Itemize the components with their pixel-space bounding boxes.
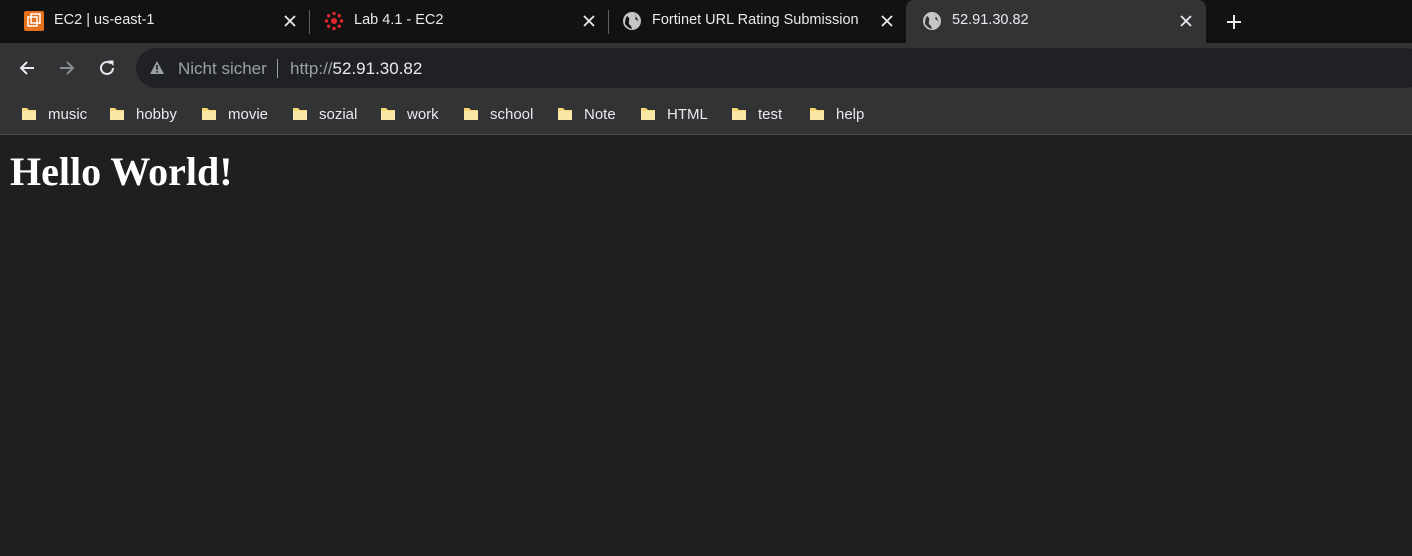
toolbar: Nicht sicher http://52.91.30.82 — [0, 43, 1412, 92]
bookmark-label: music — [48, 105, 88, 123]
folder-icon — [732, 108, 746, 120]
url-text[interactable]: http://52.91.30.82 — [290, 59, 422, 79]
new-tab-button[interactable] — [1220, 8, 1248, 36]
omnibox-divider — [277, 59, 278, 78]
reload-button[interactable] — [94, 55, 120, 81]
arrow-right-icon — [60, 61, 75, 75]
reload-icon — [100, 60, 114, 75]
globe-icon — [922, 11, 942, 31]
tab-title: 52.91.30.82 — [952, 12, 1029, 28]
bookmark-folder-music[interactable]: music — [21, 103, 87, 125]
tab-lab[interactable]: Lab 4.1 - EC2 — [310, 0, 608, 43]
bookmarks-bar: music hobby movie sozial work school Not… — [0, 92, 1412, 135]
page-heading: Hello World! — [10, 149, 233, 194]
url-host: 52.91.30.82 — [332, 59, 423, 78]
folder-icon — [293, 108, 307, 120]
bookmark-folder-sozial[interactable]: sozial — [292, 103, 357, 125]
arrow-left-icon — [19, 61, 34, 75]
bookmark-label: sozial — [319, 105, 358, 123]
tab-title: EC2 | us-east-1 — [54, 12, 155, 28]
bookmark-folder-note[interactable]: Note — [557, 103, 616, 125]
back-button[interactable] — [14, 55, 40, 81]
tab-fortinet[interactable]: Fortinet URL Rating Submission — [608, 0, 906, 43]
close-icon[interactable] — [876, 10, 898, 32]
folder-icon — [641, 108, 655, 120]
forward-button[interactable] — [54, 55, 80, 81]
folder-icon — [202, 108, 216, 120]
bookmark-label: movie — [228, 105, 269, 123]
bookmark-folder-school[interactable]: school — [463, 103, 533, 125]
plus-icon — [1227, 15, 1241, 29]
bookmark-label: hobby — [136, 105, 177, 123]
bookmark-label: test — [758, 105, 783, 123]
globe-icon — [622, 11, 642, 31]
bookmark-folder-work[interactable]: work — [380, 103, 439, 125]
folder-icon — [558, 108, 572, 120]
bookmark-folder-test[interactable]: test — [731, 103, 782, 125]
tab-title: Fortinet URL Rating Submission — [652, 12, 859, 28]
bookmark-folder-html[interactable]: HTML — [640, 103, 708, 125]
tab-strip: EC2 | us-east-1 Lab 4.1 - EC2 Fortinet U… — [0, 0, 1412, 43]
bookmark-label: school — [490, 105, 534, 123]
address-bar[interactable]: Nicht sicher http://52.91.30.82 — [136, 48, 1412, 88]
folder-icon — [22, 108, 36, 120]
bookmark-label: Note — [584, 105, 616, 123]
aws-ec2-icon — [24, 11, 44, 31]
folder-icon — [464, 108, 478, 120]
tab-active-site[interactable]: 52.91.30.82 — [906, 0, 1206, 43]
canvas-lms-icon — [324, 11, 344, 31]
bookmark-label: work — [407, 105, 439, 123]
close-icon[interactable] — [279, 10, 301, 32]
security-status[interactable]: Nicht sicher — [178, 59, 267, 79]
folder-icon — [110, 108, 124, 120]
bookmark-label: HTML — [667, 105, 708, 123]
bookmark-folder-movie[interactable]: movie — [201, 103, 268, 125]
bookmark-folder-help[interactable]: help — [809, 103, 864, 125]
close-icon[interactable] — [1175, 10, 1197, 32]
folder-icon — [810, 108, 824, 120]
warning-icon[interactable] — [149, 60, 165, 80]
close-icon[interactable] — [578, 10, 600, 32]
page-content: Hello World! — [0, 136, 1412, 556]
bookmark-label: help — [836, 105, 865, 123]
bookmark-folder-hobby[interactable]: hobby — [109, 103, 177, 125]
folder-icon — [381, 108, 395, 120]
url-scheme: http:// — [290, 59, 333, 78]
tab-ec2[interactable]: EC2 | us-east-1 — [10, 0, 308, 43]
tab-title: Lab 4.1 - EC2 — [354, 12, 444, 28]
